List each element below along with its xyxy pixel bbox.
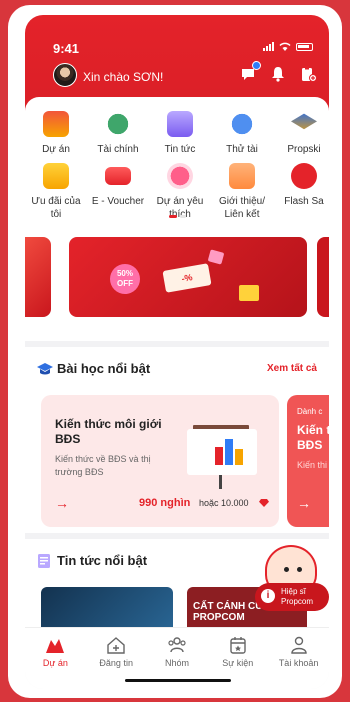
news-icon <box>167 111 193 137</box>
course-description: Kiến thi trường <box>297 460 329 470</box>
course-description: Kiến thức về BĐS và thị trường BĐS <box>55 454 151 477</box>
menu-item-gioi-thieu[interactable]: Giới thiệu/ Liên kết <box>211 163 273 221</box>
section-title: Tin tức nổi bật <box>57 553 148 568</box>
info-icon: i <box>261 589 275 603</box>
see-all-link[interactable]: Xem tất cả <box>267 363 317 374</box>
gift-box-icon <box>207 249 225 265</box>
menu-row-1: Dự án Tài chính Tin tức Thử tài Propski <box>25 111 329 156</box>
heart-icon <box>167 163 193 189</box>
arrow-right-icon[interactable]: → <box>55 495 69 511</box>
course-card[interactable]: Dành c Kiến th BĐS Kiến thi trường → <box>287 395 329 527</box>
promo-banner[interactable]: 50% OFF -% <box>69 237 307 317</box>
course-title: Kiến th BĐS <box>297 423 329 452</box>
gift-box-icon <box>239 285 259 301</box>
quick-menu-card: Dự án Tài chính Tin tức Thử tài Propski <box>25 97 329 341</box>
course-alt-price: hoặc 10.000 <box>199 498 249 508</box>
presentation-board-icon <box>187 419 265 489</box>
referral-icon <box>229 163 255 189</box>
course-price: 990 nghìn <box>139 497 191 509</box>
tab-du-an[interactable]: Dự án <box>25 628 86 689</box>
banner-prev-peek[interactable] <box>25 237 51 317</box>
flash-icon <box>291 163 317 189</box>
app-screen: 9:41 Xin chào SƠN! Dự án Tài chính Tin t… <box>25 15 329 689</box>
money-bag-icon <box>105 111 131 137</box>
menu-item-tin-tuc[interactable]: Tin tức <box>149 111 211 156</box>
course-tag: Dành c <box>297 407 323 416</box>
menu-row-2: Ưu đãi của tôi E - Voucher Dự án yêu thí… <box>25 163 329 221</box>
tab-tai-khoan[interactable]: Tài khoản <box>268 628 329 689</box>
course-title: Kiến thức môi giới BĐS <box>55 417 162 446</box>
page-dot <box>180 215 186 218</box>
banner-next-peek[interactable] <box>317 237 329 317</box>
promo-banner-carousel[interactable]: 50% OFF -% <box>25 237 329 317</box>
arrow-right-icon[interactable]: → <box>297 495 311 511</box>
menu-item-propski[interactable]: Propski <box>273 111 329 156</box>
assistant-floating-button[interactable]: i Hiệp sĩ Propcom <box>255 545 329 625</box>
assistant-label: Hiệp sĩ Propcom <box>281 587 314 606</box>
diamond-icon <box>259 499 269 507</box>
menu-item-uu-dai[interactable]: Ưu đãi của tôi <box>25 163 87 221</box>
lungs-icon <box>229 111 255 137</box>
status-time: 9:41 <box>53 41 80 56</box>
chat-notification-dot <box>252 61 261 70</box>
building-icon <box>43 111 69 137</box>
header-actions <box>239 61 317 83</box>
page-dot-active <box>169 215 177 218</box>
battery-icon <box>296 42 313 51</box>
menu-item-thu-tai[interactable]: Thử tài <box>211 111 273 156</box>
clipboard-add-icon[interactable] <box>299 65 317 83</box>
group-icon <box>167 636 187 654</box>
account-icon <box>289 636 309 654</box>
course-card[interactable]: Kiến thức môi giới BĐS Kiến thức về BĐS … <box>41 395 279 527</box>
sale-badge: 50% OFF <box>110 264 140 294</box>
phone-frame: 9:41 Xin chào SƠN! Dự án Tài chính Tin t… <box>8 5 342 698</box>
menu-item-du-an-yeu-thich[interactable]: Dự án yêu thích <box>149 163 211 221</box>
voucher-icon <box>105 167 131 185</box>
bell-icon[interactable] <box>269 65 287 83</box>
status-icons <box>263 42 313 51</box>
graduation-cap-icon <box>37 363 53 375</box>
project-icon <box>45 636 65 654</box>
menu-item-flash-sale[interactable]: Flash Sa <box>273 163 329 221</box>
home-indicator <box>125 679 231 682</box>
lessons-section: Bài học nổi bật Xem tất cả Kiến thức môi… <box>25 347 329 533</box>
chat-icon[interactable] <box>239 61 261 83</box>
signal-icon <box>263 42 274 51</box>
greeting-text: Xin chào SƠN! <box>83 70 164 84</box>
gift-icon <box>43 163 69 189</box>
wifi-icon <box>279 42 291 51</box>
section-title: Bài học nổi bật <box>57 361 151 376</box>
avatar[interactable] <box>53 63 77 87</box>
post-icon <box>106 636 126 654</box>
menu-item-tai-chinh[interactable]: Tài chính <box>87 111 149 156</box>
menu-item-e-voucher[interactable]: E - Voucher <box>87 163 149 221</box>
voucher-graphic: -% <box>162 263 212 293</box>
graduation-cap-icon <box>291 113 317 130</box>
event-icon <box>228 636 248 654</box>
news-icon <box>38 554 50 568</box>
menu-item-du-an[interactable]: Dự án <box>25 111 87 156</box>
assistant-pill[interactable]: i Hiệp sĩ Propcom <box>255 583 329 611</box>
menu-page-indicator <box>169 215 186 218</box>
